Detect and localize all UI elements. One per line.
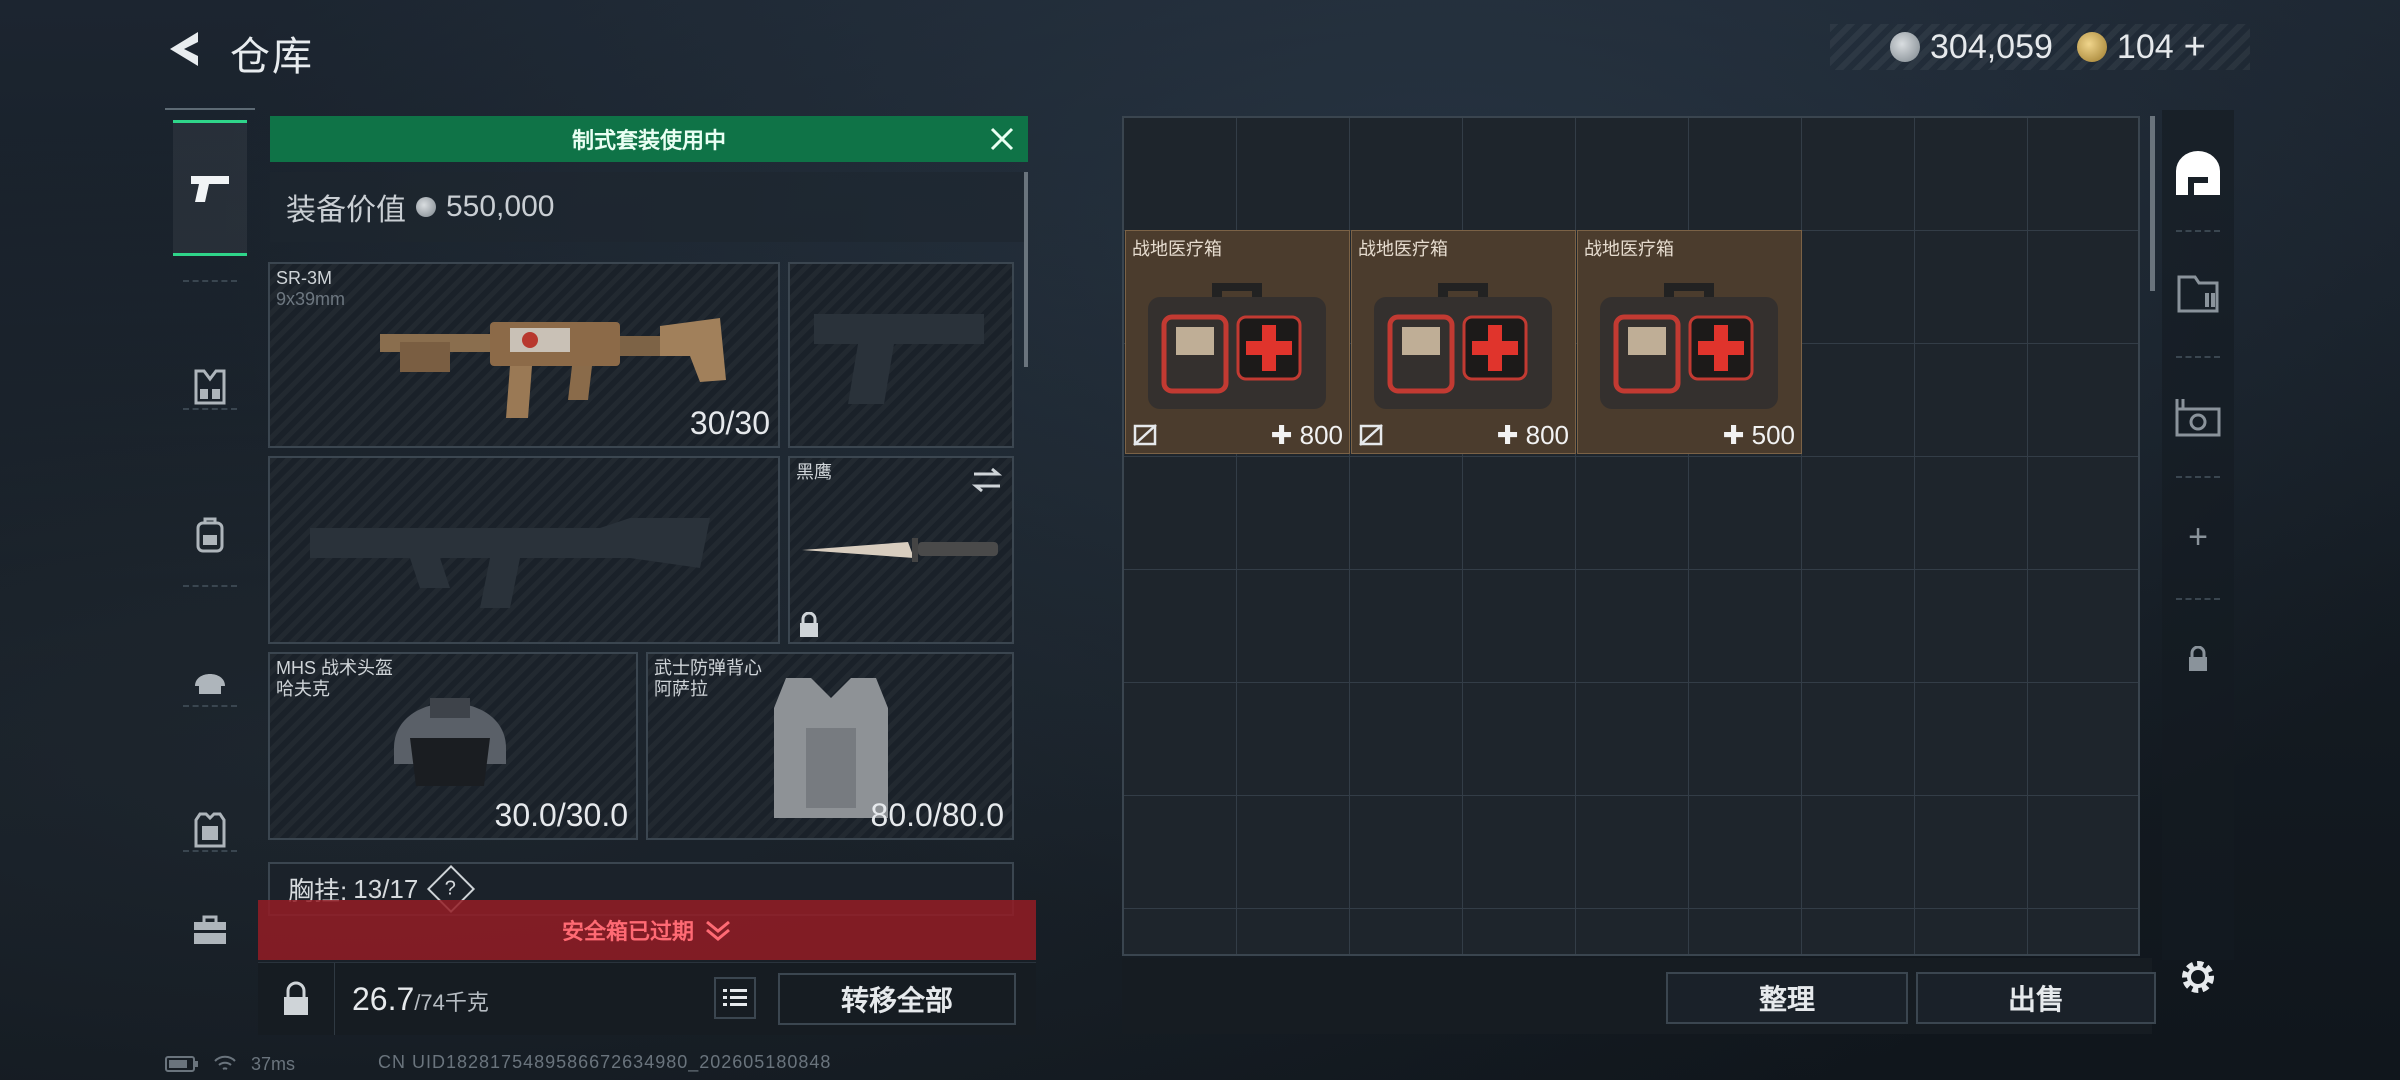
safebox-expired-text: 安全箱已过期 xyxy=(561,919,694,944)
armor-brand: 阿萨拉 xyxy=(654,679,708,699)
premium-coin-icon xyxy=(2076,32,2107,62)
rifle-icon xyxy=(380,318,726,418)
primary-weapon-name: SR-3M xyxy=(276,268,333,288)
nav-storage[interactable] xyxy=(2162,238,2234,348)
heal-amount: ✚ 800 xyxy=(1270,420,1343,450)
gear-icon xyxy=(2182,961,2214,993)
storage-nav: + xyxy=(2162,110,2234,960)
first-aid-kit-icon xyxy=(1600,283,1778,409)
weight-readout: 26.7/74千克 xyxy=(352,981,489,1018)
backpack-icon xyxy=(196,517,224,553)
currency-amount: 304,059 xyxy=(1930,27,2053,66)
page-title: 仓库 xyxy=(230,35,314,79)
sell-button[interactable]: 出售 xyxy=(1916,972,2156,1024)
loadout-scrollbar[interactable] xyxy=(1024,172,1028,367)
helmet-brand: 哈夫克 xyxy=(276,679,330,699)
nav-market[interactable] xyxy=(2162,362,2234,472)
sort-button[interactable]: 整理 xyxy=(1666,972,1908,1024)
item-name: 战地医疗箱 xyxy=(1584,239,1674,259)
cash-register-icon xyxy=(2175,399,2221,437)
inventory-footer: 26.7/74千克 转移全部 xyxy=(258,962,1036,1035)
helmet-name: MHS 战术头盔 xyxy=(276,658,393,678)
helmet-image xyxy=(394,698,506,786)
heal-amount: ✚ 500 xyxy=(1722,420,1795,450)
back-button[interactable] xyxy=(162,26,208,72)
helmet-durability: 30.0/30.0 xyxy=(494,797,628,833)
storage-icon xyxy=(2177,275,2219,313)
settings-button[interactable] xyxy=(2176,955,2220,999)
battery-icon xyxy=(165,1056,198,1072)
weight-current: 26.7 xyxy=(352,981,415,1017)
chevron-down-icon xyxy=(706,920,730,941)
safehouse-icon xyxy=(2176,151,2220,195)
currency-bar: 304,059 104 + xyxy=(1830,24,2250,70)
transfer-all-button[interactable]: 转移全部 xyxy=(778,973,1016,1025)
primary-weapon-ammo: 30/30 xyxy=(689,405,770,441)
premium-amount: 104 xyxy=(2116,27,2174,66)
ping: 37ms xyxy=(251,1053,296,1074)
equipment-value-amount: 550,000 xyxy=(446,190,555,223)
locked-storage-slot[interactable] xyxy=(2162,604,2234,714)
melee-slot[interactable]: 黑鹰 xyxy=(788,456,1014,644)
user-id: CN UID1828175489586672634980_20260518084… xyxy=(378,1052,832,1072)
equipment-value: 装备价值 550,000 xyxy=(270,172,1028,242)
item-name: 战地医疗箱 xyxy=(1358,239,1448,259)
lock-icon xyxy=(284,981,308,1015)
kit-banner-text: 制式套装使用中 xyxy=(571,128,726,153)
sidearm-slot[interactable] xyxy=(788,262,1014,448)
chest-rig-icon xyxy=(194,369,226,405)
primary-weapon-caliber: 9x39mm xyxy=(276,289,346,309)
heal-amount: ✚ 800 xyxy=(1496,420,1569,450)
status-bar: 37ms xyxy=(165,1052,295,1076)
kit-banner: 制式套装使用中 xyxy=(270,116,1028,162)
toolbox-icon xyxy=(194,915,226,944)
add-currency-button[interactable]: + xyxy=(2184,26,2206,69)
item-name: 战地医疗箱 xyxy=(1132,239,1222,259)
lock-icon xyxy=(2189,646,2207,671)
safebox-expired-banner[interactable]: 安全箱已过期 xyxy=(258,900,1036,960)
coin-icon xyxy=(416,197,436,217)
armor-slot[interactable]: 武士防弹背心 阿萨拉 80.0/80.0 xyxy=(646,652,1014,840)
close-icon xyxy=(990,127,1014,151)
swap-icon[interactable] xyxy=(970,466,1004,494)
back-icon xyxy=(170,32,198,66)
no-sell-icon xyxy=(1133,424,1157,446)
lock-icon xyxy=(800,612,818,637)
nav-weapons[interactable] xyxy=(173,120,247,256)
rifle-silhouette-icon xyxy=(310,518,710,608)
storage-item[interactable]: 战地医疗箱 ✚ 800 xyxy=(1351,230,1576,454)
list-icon xyxy=(723,989,747,1006)
coin-icon xyxy=(1890,32,1920,62)
nav-case[interactable] xyxy=(173,865,247,995)
nav-backpack[interactable] xyxy=(173,470,247,600)
primary-weapon-slot[interactable]: SR-3M 9x39mm 30/30 xyxy=(268,262,780,448)
melee-name: 黑鹰 xyxy=(796,462,832,482)
knife-icon xyxy=(802,538,998,562)
pistol-icon xyxy=(191,176,229,202)
secondary-weapon-slot[interactable] xyxy=(268,456,780,644)
first-aid-kit-icon xyxy=(1148,283,1326,409)
armor-durability: 80.0/80.0 xyxy=(870,797,1004,833)
weight-lock-button[interactable] xyxy=(258,963,335,1035)
helmet-icon xyxy=(195,674,225,694)
first-aid-kit-icon xyxy=(1374,283,1552,409)
equipment-value-label: 装备价值 xyxy=(286,194,406,227)
nav-chest-rig[interactable] xyxy=(173,322,247,452)
wifi-icon xyxy=(214,1055,236,1070)
loadout-nav xyxy=(165,108,255,1010)
armor-name: 武士防弹背心 xyxy=(654,658,762,678)
no-sell-icon xyxy=(1359,424,1383,446)
pistol-silhouette-icon xyxy=(814,314,984,404)
helmet-slot[interactable]: MHS 战术头盔 哈夫克 30.0/30.0 xyxy=(268,652,638,840)
nav-safehouse[interactable] xyxy=(2162,118,2234,228)
add-storage-button[interactable]: + xyxy=(2162,482,2234,592)
nav-helmet[interactable] xyxy=(173,615,247,745)
list-view-button[interactable] xyxy=(714,977,756,1019)
armor-vest-icon xyxy=(194,812,226,848)
weight-max: /74千克 xyxy=(414,990,489,1015)
storage-item[interactable]: 战地医疗箱 ✚ 800 xyxy=(1125,230,1350,454)
close-kit-button[interactable] xyxy=(986,123,1018,155)
storage-item[interactable]: 战地医疗箱 ✚ 500 xyxy=(1577,230,1802,454)
storage-scrollbar[interactable] xyxy=(2150,116,2155,291)
